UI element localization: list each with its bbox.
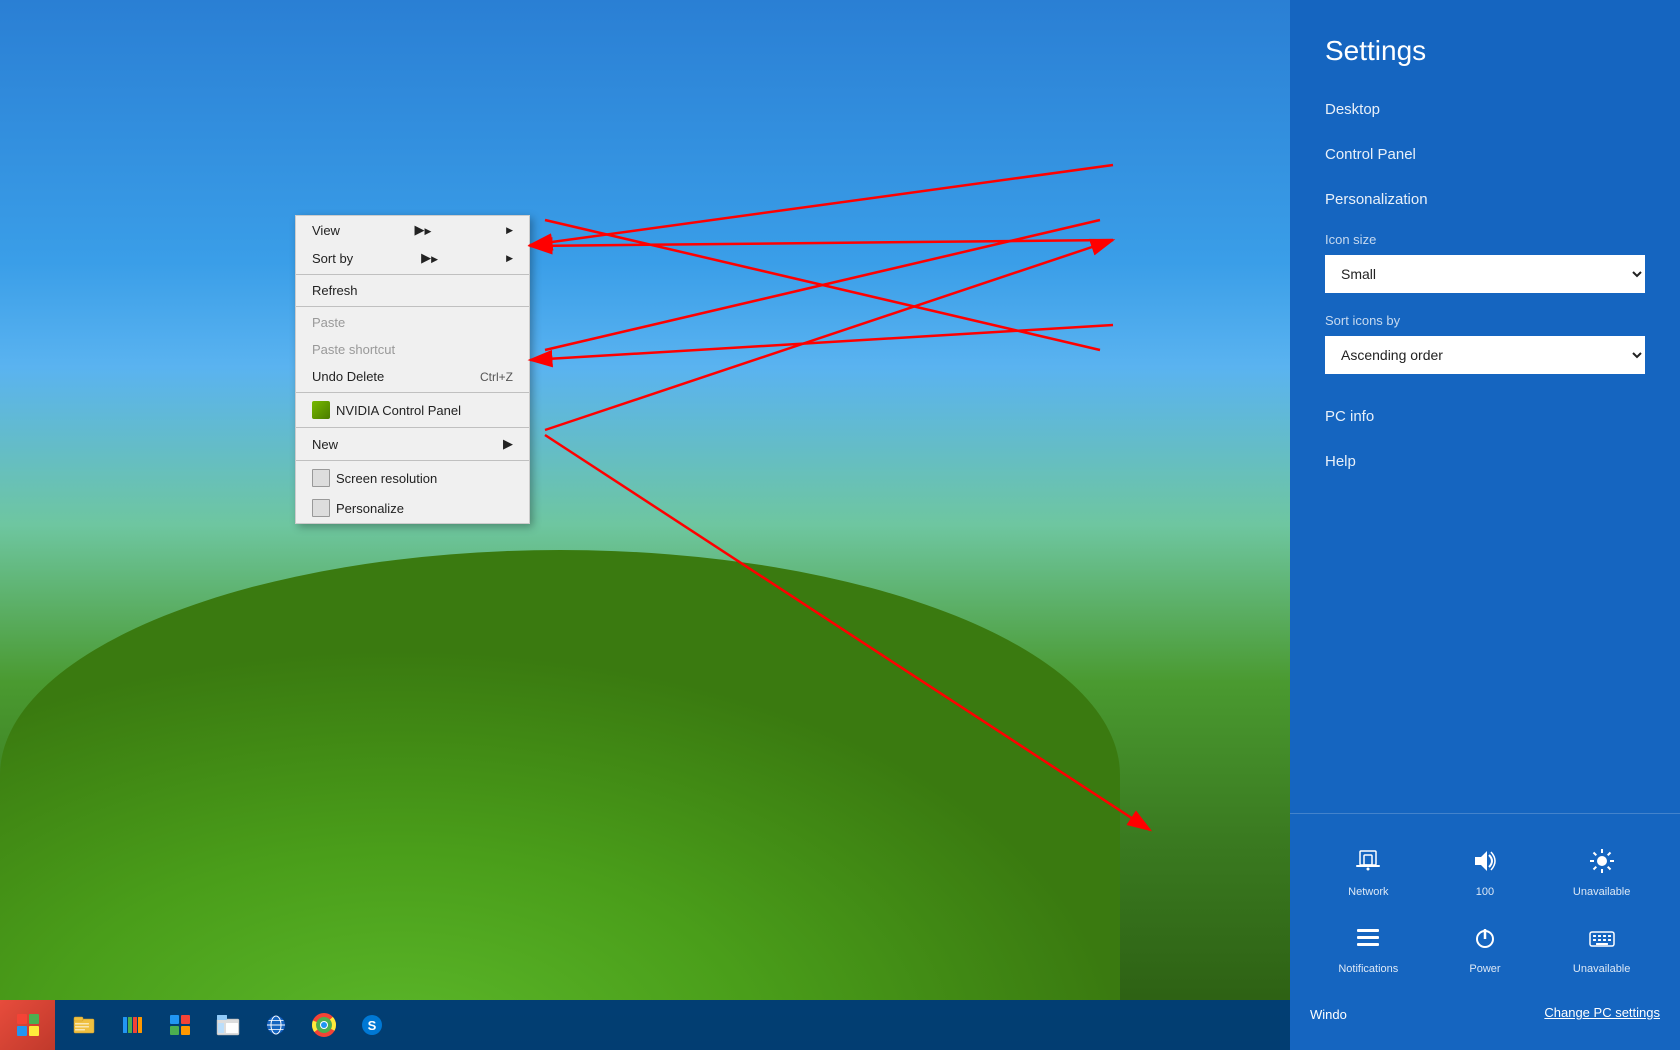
settings-icon-size-dropdown[interactable]: Small Medium Large <box>1325 255 1645 293</box>
settings-icons-row-2: Notifications Power <box>1310 916 1660 983</box>
screen-resolution-icon <box>312 469 330 487</box>
menu-item-refresh[interactable]: Refresh <box>296 277 529 304</box>
keyboard-icon <box>1588 924 1616 959</box>
start-button[interactable] <box>0 1000 55 1050</box>
notifications-icon <box>1354 924 1382 959</box>
menu-item-new[interactable]: New ▶ <box>296 430 529 458</box>
power-label: Power <box>1469 963 1500 975</box>
settings-icon-size-label: Icon size <box>1325 232 1645 247</box>
settings-icon-brightness[interactable]: Unavailable <box>1562 839 1642 906</box>
menu-separator-3 <box>296 392 529 393</box>
desktop-hill <box>0 550 1120 1000</box>
personalize-icon <box>312 499 330 517</box>
settings-icon-notifications[interactable]: Notifications <box>1328 916 1408 983</box>
svg-text:S: S <box>368 1018 377 1033</box>
volume-icon <box>1471 847 1499 882</box>
menu-item-sortby[interactable]: Sort by ▶ <box>296 244 529 272</box>
taskbar-control-panel[interactable] <box>158 1003 202 1047</box>
menu-separator-5 <box>296 460 529 461</box>
settings-link-help[interactable]: Help <box>1290 439 1680 484</box>
power-icon <box>1471 924 1499 959</box>
settings-divider <box>1290 813 1680 814</box>
settings-icon-volume[interactable]: 100 <box>1445 839 1525 906</box>
menu-item-nvidia[interactable]: NVIDIA Control Panel <box>296 395 529 425</box>
settings-bottom-icons: Network 100 <box>1290 829 1680 1050</box>
settings-panel: Settings Desktop Control Panel Personali… <box>1290 0 1680 1050</box>
menu-separator-2 <box>296 306 529 307</box>
taskbar-library[interactable] <box>110 1003 154 1047</box>
context-menu: View ▶ Sort by ▶ Refresh Paste Paste sho… <box>295 215 530 524</box>
settings-icon-network[interactable]: Network <box>1328 839 1408 906</box>
brightness-label: Unavailable <box>1573 886 1630 898</box>
settings-sort-label: Sort icons by <box>1325 313 1645 328</box>
settings-link-control-panel[interactable]: Control Panel <box>1290 132 1680 177</box>
menu-item-view[interactable]: View ▶ <box>296 216 529 244</box>
change-pc-settings-link[interactable]: Change PC settings <box>1544 997 1660 1032</box>
taskbar-chrome[interactable] <box>302 1003 346 1047</box>
settings-icons-row-1: Network 100 <box>1310 839 1660 906</box>
taskbar-icons: S <box>55 1003 396 1047</box>
settings-icon-size-section: Icon size Small Medium Large <box>1290 222 1680 303</box>
menu-item-paste-shortcut[interactable]: Paste shortcut <box>296 336 529 363</box>
taskbar-windows-explorer[interactable] <box>206 1003 250 1047</box>
menu-item-personalize[interactable]: Personalize <box>296 493 529 523</box>
menu-arrow-new: ▶ <box>503 436 513 452</box>
menu-item-screen-resolution[interactable]: Screen resolution <box>296 463 529 493</box>
taskbar-file-manager[interactable] <box>62 1003 106 1047</box>
settings-link-desktop[interactable]: Desktop <box>1290 87 1680 132</box>
settings-link-personalization[interactable]: Personalization <box>1290 177 1680 222</box>
nvidia-icon <box>312 401 330 419</box>
settings-icon-power[interactable]: Power <box>1445 916 1525 983</box>
menu-separator-1 <box>296 274 529 275</box>
brightness-icon <box>1588 847 1616 882</box>
keyboard-label: Unavailable <box>1573 963 1630 975</box>
taskbar-skype[interactable]: S <box>350 1003 394 1047</box>
menu-item-undo-delete[interactable]: Undo Delete Ctrl+Z <box>296 363 529 390</box>
windows-text: Windo <box>1310 1007 1347 1022</box>
menu-separator-4 <box>296 427 529 428</box>
volume-label: 100 <box>1476 886 1494 898</box>
menu-item-paste[interactable]: Paste <box>296 309 529 336</box>
windows-logo <box>17 1014 39 1036</box>
network-label: Network <box>1348 886 1388 898</box>
settings-title: Settings <box>1290 0 1680 87</box>
settings-link-pcinfo[interactable]: PC info <box>1290 394 1680 439</box>
taskbar-ie[interactable] <box>254 1003 298 1047</box>
settings-sort-dropdown[interactable]: Ascending order Descending order Name Si… <box>1325 336 1645 374</box>
menu-arrow-view: ▶ <box>415 222 432 238</box>
settings-icon-keyboard[interactable]: Unavailable <box>1562 916 1642 983</box>
menu-arrow-sortby: ▶ <box>421 250 438 266</box>
notifications-label: Notifications <box>1338 963 1398 975</box>
network-icon <box>1354 847 1382 882</box>
settings-sort-section: Sort icons by Ascending order Descending… <box>1290 303 1680 384</box>
